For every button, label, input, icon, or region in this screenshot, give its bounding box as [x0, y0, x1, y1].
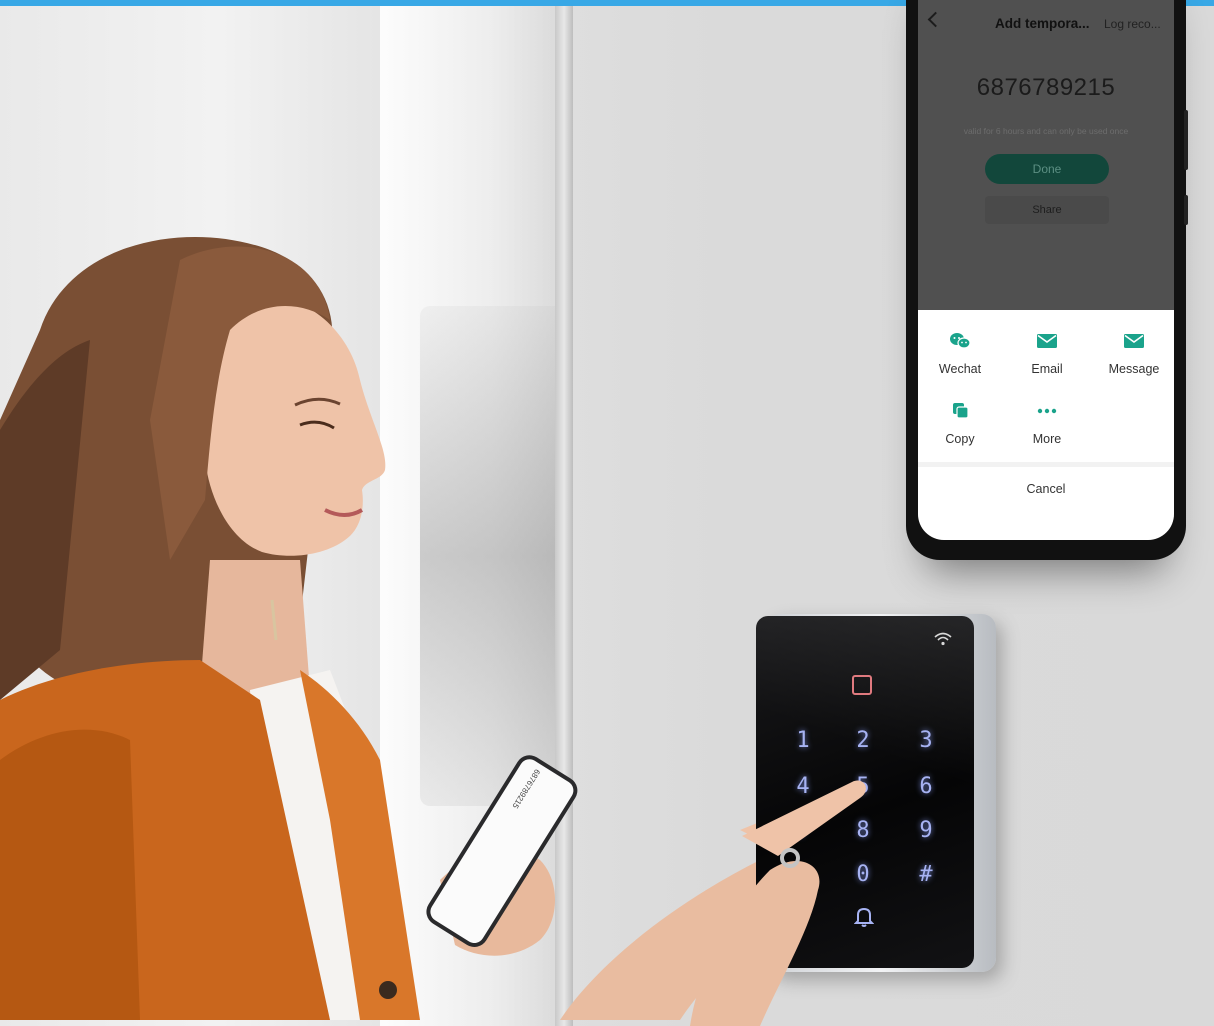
share-option-copy[interactable]: Copy	[920, 402, 1000, 446]
validity-note: valid for 6 hours and can only be used o…	[963, 126, 1129, 136]
message-icon	[1124, 334, 1144, 348]
wechat-icon	[950, 333, 971, 349]
share-option-email[interactable]: Email	[1007, 332, 1087, 376]
share-option-label: Message	[1108, 362, 1160, 376]
share-option-label: Wechat	[938, 362, 982, 376]
phone-screen: Add tempora... Log reco... 6876789215 va…	[918, 0, 1174, 540]
back-icon[interactable]	[927, 11, 944, 28]
done-button[interactable]: Done	[985, 154, 1109, 184]
email-icon	[1037, 334, 1057, 348]
sheet-divider	[918, 462, 1174, 467]
phone-side-button	[1184, 110, 1188, 170]
temporary-code: 6876789215	[976, 74, 1116, 101]
share-option-label: Email	[1031, 362, 1063, 376]
more-icon	[1037, 408, 1057, 414]
phone-side-button	[1184, 195, 1188, 225]
cancel-button[interactable]: Cancel	[918, 482, 1174, 496]
share-button[interactable]: Share	[985, 196, 1109, 224]
share-option-label: More	[1032, 432, 1062, 446]
share-option-message[interactable]: Message	[1094, 332, 1174, 376]
share-option-more[interactable]: More	[1007, 402, 1087, 446]
page-title: Add tempora...	[995, 16, 1090, 31]
share-option-wechat[interactable]: Wechat	[920, 332, 1000, 376]
share-option-label: Copy	[945, 432, 975, 446]
log-records-link[interactable]: Log reco...	[1104, 17, 1161, 31]
app-header: Add tempora... Log reco...	[918, 0, 1174, 40]
copy-icon	[953, 403, 969, 419]
share-sheet: Wechat Email Message Copy More Cancel	[918, 310, 1174, 540]
